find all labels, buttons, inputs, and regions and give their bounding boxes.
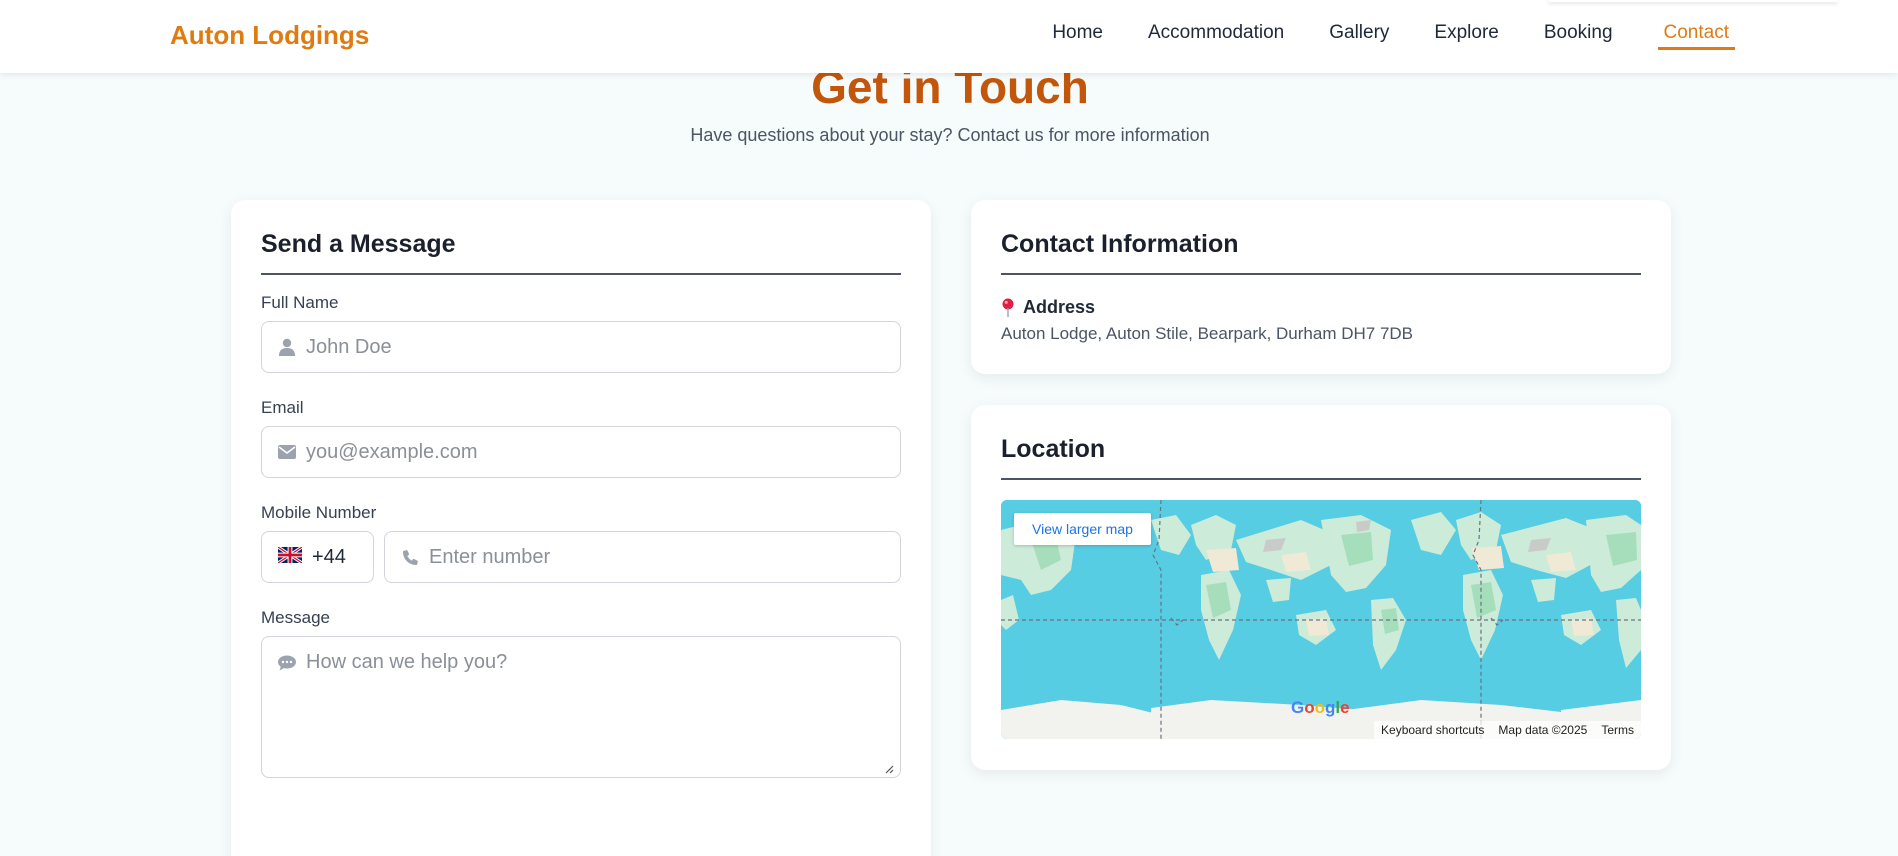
mobile-label: Mobile Number <box>261 503 377 522</box>
country-code-select[interactable]: +44 <box>261 531 374 583</box>
envelope-icon <box>278 443 296 461</box>
location-card: Location View larger map Google Keyboard… <box>971 405 1671 770</box>
google-logo: Google <box>1291 698 1350 717</box>
navbar: Auton Lodgings Home Accommodation Galler… <box>0 0 1898 73</box>
phone-number-input[interactable]: Enter number <box>384 531 901 583</box>
nav-links: Home Accommodation Gallery Explore Booki… <box>1052 22 1735 50</box>
user-icon <box>278 338 296 356</box>
nav-link-booking[interactable]: Booking <box>1544 22 1618 50</box>
nav-link-gallery[interactable]: Gallery <box>1329 22 1394 50</box>
nav-link-explore[interactable]: Explore <box>1434 22 1503 50</box>
map-footer: Keyboard shortcuts Map data ©2025 Terms <box>1374 721 1641 739</box>
brand-logo[interactable]: Auton Lodgings <box>170 20 369 51</box>
message-label: Message <box>261 608 330 627</box>
comment-icon <box>278 654 296 672</box>
keyboard-shortcuts-link[interactable]: Keyboard shortcuts <box>1374 721 1492 739</box>
phone-icon <box>401 548 419 566</box>
address-heading: Address <box>1001 297 1641 318</box>
email-input[interactable]: you@example.com <box>261 426 901 478</box>
view-larger-map-link[interactable]: View larger map <box>1014 513 1151 545</box>
page-subtitle: Have questions about your stay? Contact … <box>690 125 1210 145</box>
name-label: Full Name <box>261 293 339 312</box>
resize-grip-icon[interactable] <box>884 761 894 774</box>
number-placeholder: Enter number <box>429 545 551 568</box>
top-edge-tab <box>1548 0 1838 2</box>
embedded-map[interactable]: View larger map Google Keyboard shortcut… <box>1001 500 1641 739</box>
email-label: Email <box>261 398 304 417</box>
phone-row: +44 Enter number <box>261 531 901 583</box>
terms-link[interactable]: Terms <box>1594 721 1641 739</box>
nav-link-home[interactable]: Home <box>1052 22 1108 50</box>
contact-title: Contact Information <box>1001 230 1641 275</box>
message-placeholder: How can we help you? <box>306 651 508 673</box>
address-text: Auton Lodge, Auton Stile, Bearpark, Durh… <box>1001 324 1414 343</box>
map-data-credit: Map data ©2025 <box>1491 721 1595 739</box>
form-title: Send a Message <box>261 230 901 275</box>
uk-flag-icon <box>277 545 303 568</box>
location-title: Location <box>1001 435 1641 480</box>
name-placeholder: John Doe <box>306 335 392 358</box>
contact-info-card: Contact Information Address Auton Lodge,… <box>971 200 1671 374</box>
name-input[interactable]: John Doe <box>261 321 901 373</box>
nav-link-accommodation[interactable]: Accommodation <box>1148 22 1289 50</box>
message-textarea[interactable]: How can we help you? <box>261 636 901 778</box>
address-label: Address <box>1023 297 1096 317</box>
email-placeholder: you@example.com <box>306 440 478 463</box>
nav-link-contact[interactable]: Contact <box>1657 22 1735 50</box>
pin-icon <box>1001 298 1015 318</box>
country-code: +44 <box>312 545 346 568</box>
message-form-card: Send a Message Full Name John Doe Email … <box>231 200 931 856</box>
